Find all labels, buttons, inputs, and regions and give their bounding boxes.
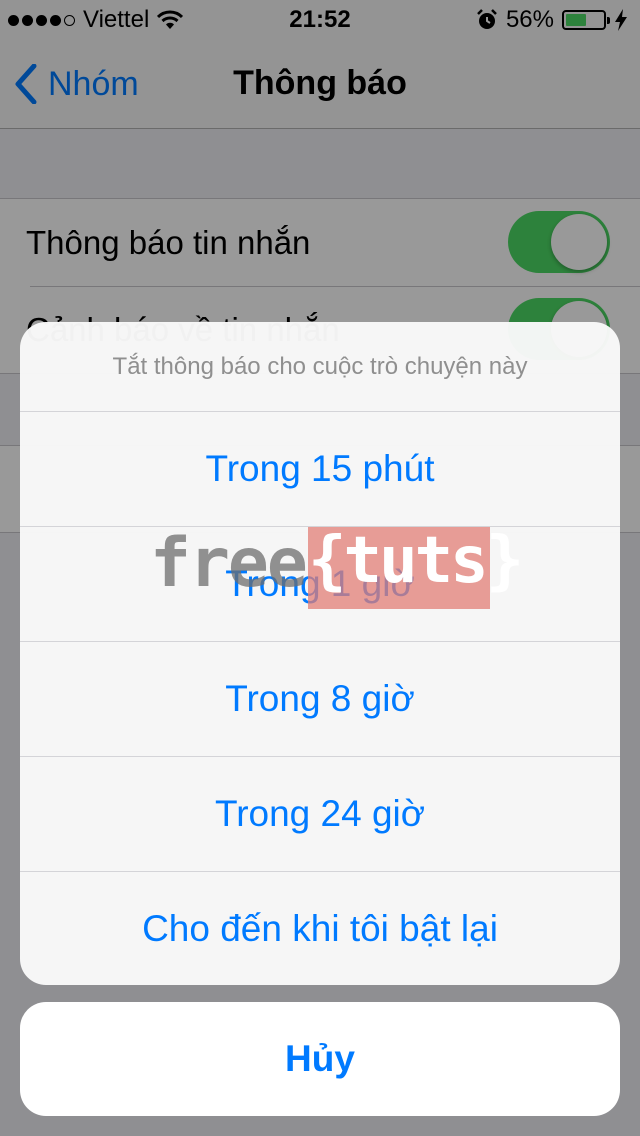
option-15-minutes[interactable]: Trong 15 phút (20, 412, 620, 527)
action-sheet-title: Tắt thông báo cho cuộc trò chuyện này (20, 322, 620, 412)
watermark-logo-text: free (150, 524, 308, 603)
mute-action-sheet: Tắt thông báo cho cuộc trò chuyện này Tr… (20, 322, 620, 985)
screen: Viettel 21:52 56% Nhóm Thông báo Thông b… (0, 0, 640, 1136)
option-24-hours[interactable]: Trong 24 giờ (20, 757, 620, 872)
cancel-button[interactable]: Hủy (20, 1002, 620, 1116)
option-8-hours[interactable]: Trong 8 giờ (20, 642, 620, 757)
watermark-logo-tuts: {tuts} (308, 524, 524, 598)
option-until-turned-on[interactable]: Cho đến khi tôi bật lại (20, 872, 620, 985)
